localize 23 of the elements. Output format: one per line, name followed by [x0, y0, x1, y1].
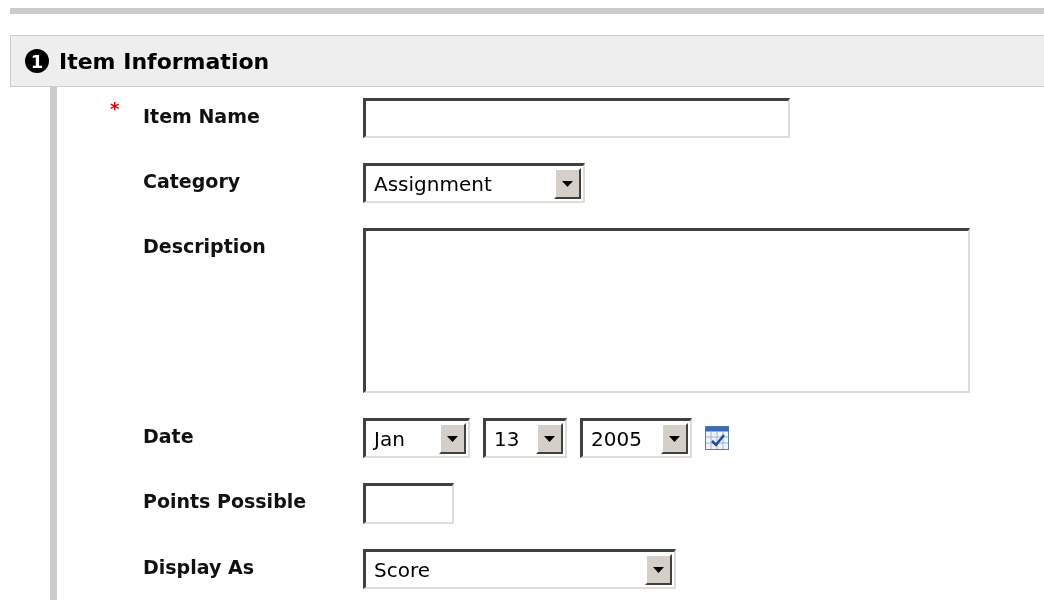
caret-icon [447, 435, 458, 442]
caret-icon [653, 566, 664, 573]
field-label: Item Name [143, 104, 261, 127]
field-label: Category [143, 169, 242, 192]
caret-icon [562, 180, 573, 187]
text-field[interactable] [363, 98, 790, 138]
dropdown[interactable]: Score [363, 549, 676, 589]
dropdown[interactable]: Assignment [363, 163, 585, 203]
field-label: Display As [143, 555, 255, 578]
field-label: Description [143, 234, 267, 257]
field-label: Points Possible [143, 489, 308, 512]
dropdown[interactable]: 13 [483, 418, 567, 458]
calendar-icon[interactable] [705, 426, 729, 450]
dropdown[interactable]: 2005 [580, 418, 692, 458]
caret-icon [669, 435, 680, 442]
step-number: 1 [25, 49, 49, 73]
dropdown[interactable]: Jan [363, 418, 470, 458]
section-title: Item Information [59, 48, 270, 74]
field-label: Date [143, 424, 195, 447]
required-marker: * [110, 98, 120, 119]
text-field[interactable] [363, 483, 454, 524]
text-area[interactable] [363, 228, 970, 393]
caret-icon [544, 435, 555, 442]
